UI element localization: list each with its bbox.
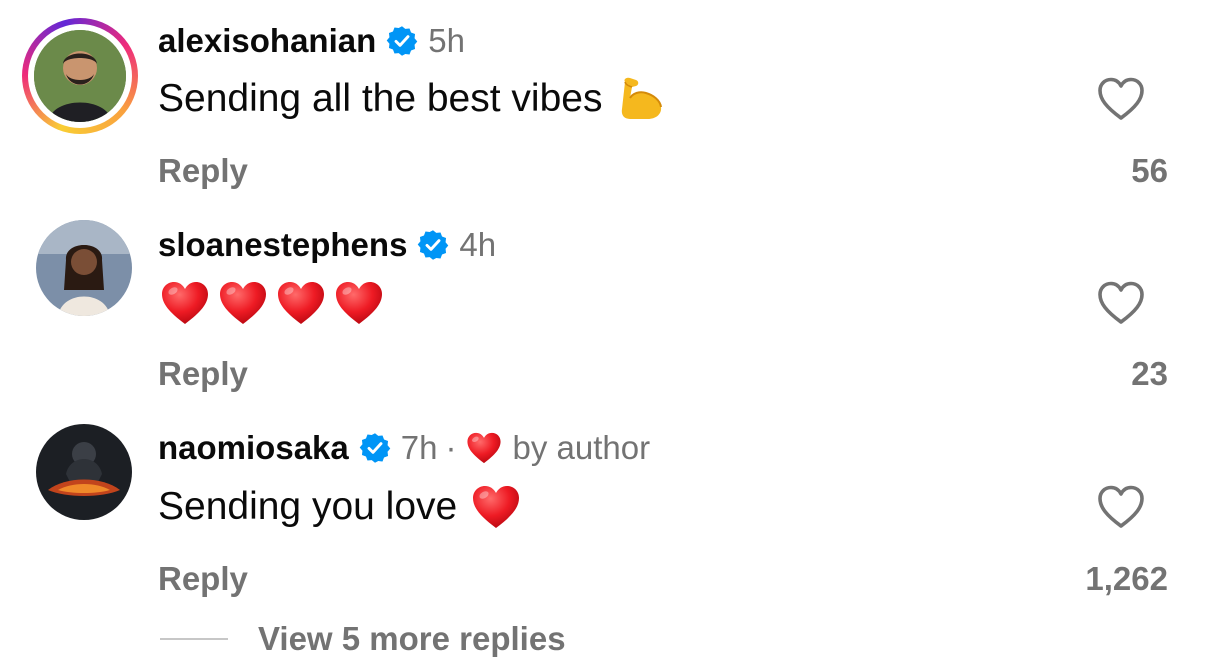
username[interactable]: sloanestephens (158, 226, 407, 264)
username[interactable]: naomiosaka (158, 429, 349, 467)
like-heart-icon[interactable] (1096, 280, 1146, 326)
red-heart-emoji-icon (160, 280, 210, 326)
timestamp: 4h (459, 226, 497, 263)
comment-text: Sending you love (158, 485, 458, 528)
avatar[interactable] (36, 424, 132, 520)
timestamp: 7h (400, 429, 438, 466)
timestamp: 5h (428, 22, 465, 59)
red-heart-emoji-icon (471, 484, 521, 530)
view-more-replies-label[interactable]: View 5 more replies (258, 620, 566, 658)
comment-header: naomiosaka 7h · by author (158, 426, 650, 470)
red-heart-emoji-icon (218, 280, 268, 326)
avatar (34, 30, 126, 122)
avatar-image (36, 424, 132, 520)
like-count[interactable]: 23 (1068, 355, 1168, 393)
red-heart-emoji-icon (276, 280, 326, 326)
replies-divider-line (160, 638, 228, 640)
liked-by-author-heart-icon (466, 431, 502, 465)
liked-by-author-label: by author (512, 429, 651, 466)
flexed-biceps-emoji-icon (616, 76, 666, 122)
like-count[interactable]: 56 (1068, 152, 1168, 190)
view-more-replies[interactable]: View 5 more replies (160, 616, 566, 662)
reply-button[interactable]: Reply (158, 355, 248, 393)
comment-header: sloanestephens 4h (158, 223, 496, 267)
like-count[interactable]: 1,262 (1068, 560, 1168, 598)
comment-header: alexisohanian 5h (158, 19, 465, 63)
red-heart-emoji-icon (334, 280, 384, 326)
separator-dot: · (445, 429, 457, 466)
like-heart-icon[interactable] (1096, 484, 1146, 530)
comment-body: Sending all the best vibes (158, 72, 666, 126)
like-heart-icon[interactable] (1096, 76, 1146, 122)
comment-text: Sending all the best vibes (158, 77, 603, 120)
reply-button[interactable]: Reply (158, 560, 248, 598)
avatar-image (34, 30, 126, 122)
reply-button[interactable]: Reply (158, 152, 248, 190)
verified-badge-icon (417, 229, 449, 261)
avatar-story-ring[interactable] (22, 18, 138, 134)
comment-body: Sending you love (158, 480, 521, 534)
verified-badge-icon (386, 25, 418, 57)
comment-body (160, 276, 384, 330)
avatar[interactable] (36, 220, 132, 316)
username[interactable]: alexisohanian (158, 22, 376, 60)
verified-badge-icon (359, 432, 391, 464)
avatar-image (36, 220, 132, 316)
